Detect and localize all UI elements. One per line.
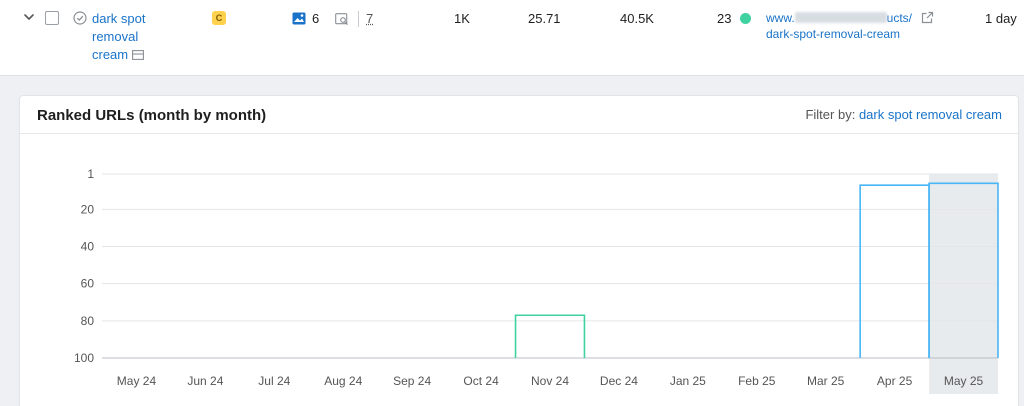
x-tick-label: Mar 25 [807, 374, 845, 388]
serp-search-icon[interactable] [335, 12, 349, 26]
keyword-link[interactable]: dark spot removal cream [92, 10, 158, 64]
chevron-down-icon[interactable] [22, 10, 36, 24]
more-features-count[interactable]: 7 [366, 10, 373, 28]
x-tick-label: Feb 25 [738, 374, 776, 388]
y-tick-label: 40 [81, 239, 95, 253]
x-tick-label: Apr 25 [877, 374, 913, 388]
serp-features-count: 6 [312, 11, 320, 26]
ranked-urls-chart[interactable]: 1 20 40 60 80 100 May 24 Jun 24 Jul 24 Aug 24 Sep… [20, 96, 1020, 406]
volume-value: 1K [454, 11, 470, 26]
y-tick-label: 100 [74, 351, 94, 365]
updated-value: 1 day [985, 11, 1017, 26]
traffic-value: 40.5K [620, 11, 654, 26]
serp-preview-icon[interactable] [132, 50, 145, 60]
x-tick-label: Oct 24 [463, 374, 499, 388]
x-tick-label: Jan 25 [670, 374, 706, 388]
ranked-urls-card: Ranked URLs (month by month) Filter by: … [19, 95, 1019, 406]
x-tick-label: Sep 24 [393, 374, 431, 388]
x-tick-label: May 25 [944, 374, 984, 388]
kd-value: 25.71 [528, 11, 561, 26]
url-link[interactable]: www. ucts/dark-spot-removal-cream [766, 10, 916, 42]
image-icon [292, 12, 306, 25]
url-redacted [794, 12, 887, 23]
x-tick-label: May 24 [117, 374, 157, 388]
intent-badge[interactable]: C [212, 11, 226, 25]
position-value: 23 [717, 11, 732, 26]
x-tick-label: Jul 24 [258, 374, 290, 388]
url-prefix[interactable]: www. [766, 11, 795, 25]
y-tick-label: 20 [81, 202, 95, 216]
position-status-dot [740, 13, 751, 24]
y-tick-label: 1 [87, 167, 94, 181]
row-checkbox[interactable] [45, 11, 59, 25]
y-tick-label: 60 [81, 277, 95, 291]
y-tick-label: 80 [81, 314, 95, 328]
series-step [514, 314, 586, 358]
series-step [859, 184, 930, 358]
x-tick-label: Nov 24 [531, 374, 569, 388]
x-tick-label: Dec 24 [600, 374, 638, 388]
x-tick-label: Jun 24 [187, 374, 223, 388]
keyword-row[interactable]: dark spot removal cream C 6 7 1K 25.71 4… [0, 0, 1024, 76]
x-tick-label: Aug 24 [324, 374, 362, 388]
column-separator [358, 11, 359, 27]
check-circle-icon [73, 11, 87, 25]
external-link-icon[interactable] [921, 11, 934, 24]
